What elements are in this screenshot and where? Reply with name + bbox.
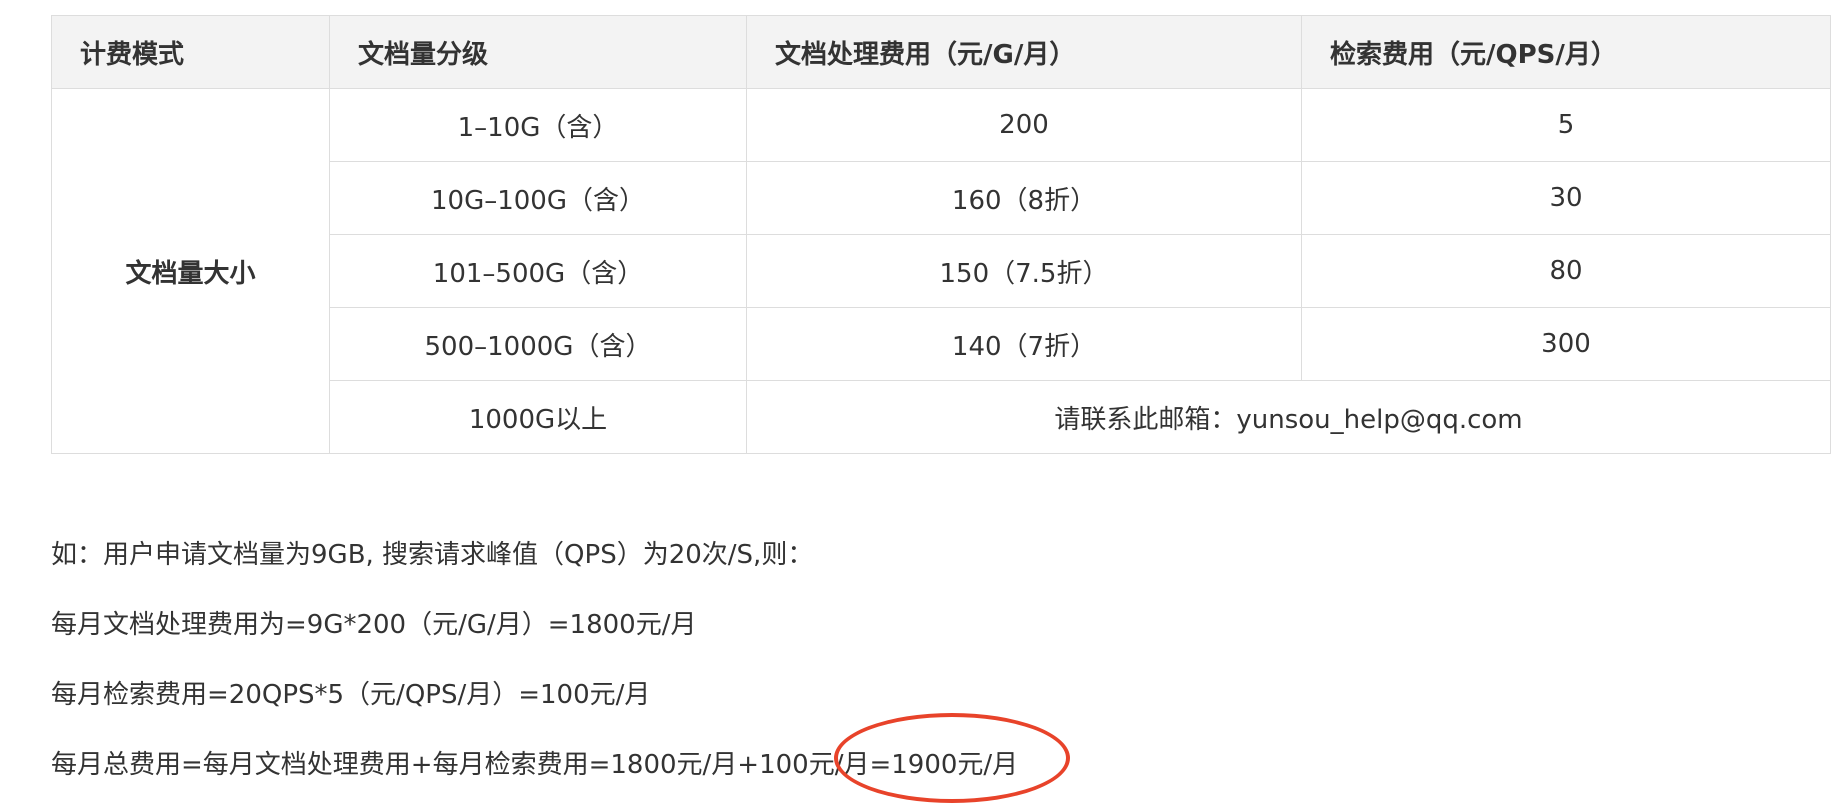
table-header-row: 计费模式 文档量分级 文档处理费用（元/G/月） 检索费用（元/QPS/月） xyxy=(51,15,1831,89)
total-fee-calculation: 每月总费用=每月文档处理费用+每月检索费用=1800元/月+100元/月=190… xyxy=(51,750,1019,780)
header-doc-tier: 文档量分级 xyxy=(329,15,747,89)
example-intro: 如：用户申请文档量为9GB, 搜索请求峰值（QPS）为20次/S,则： xyxy=(51,540,814,570)
search-fee-calculation: 每月检索费用=20QPS*5（元/QPS/月）=100元/月 xyxy=(51,680,651,710)
tier-cell: 101–500G（含） xyxy=(329,234,747,308)
pricing-table: 计费模式 文档量分级 文档处理费用（元/G/月） 检索费用（元/QPS/月） 文… xyxy=(51,15,1831,454)
tier-cell: 10G–100G（含） xyxy=(329,161,747,235)
contact-email-cell: 请联系此邮箱：yunsou_help@qq.com xyxy=(746,380,1831,454)
doc-fee-cell: 200 xyxy=(746,88,1302,162)
billing-mode-cell: 文档量大小 xyxy=(51,88,330,454)
search-fee-cell: 80 xyxy=(1301,234,1831,308)
doc-fee-cell: 140（7折） xyxy=(746,307,1302,381)
header-billing-mode: 计费模式 xyxy=(51,15,330,89)
search-fee-cell: 300 xyxy=(1301,307,1831,381)
table-row: 文档量大小 1–10G（含） 200 5 xyxy=(51,88,1831,454)
tier-cell: 1000G以上 xyxy=(329,380,747,454)
doc-fee-calculation: 每月文档处理费用为=9G*200（元/G/月）=1800元/月 xyxy=(51,610,697,640)
doc-fee-cell: 150（7.5折） xyxy=(746,234,1302,308)
calculation-example: 如：用户申请文档量为9GB, 搜索请求峰值（QPS）为20次/S,则： 每月文档… xyxy=(51,520,1018,800)
search-fee-cell: 5 xyxy=(1301,88,1831,162)
search-fee-cell: 30 xyxy=(1301,161,1831,235)
header-doc-fee: 文档处理费用（元/G/月） xyxy=(746,15,1302,89)
tier-cell: 500–1000G（含） xyxy=(329,307,747,381)
doc-fee-cell: 160（8折） xyxy=(746,161,1302,235)
header-search-fee: 检索费用（元/QPS/月） xyxy=(1301,15,1831,89)
tier-cell: 1–10G（含） xyxy=(329,88,747,162)
